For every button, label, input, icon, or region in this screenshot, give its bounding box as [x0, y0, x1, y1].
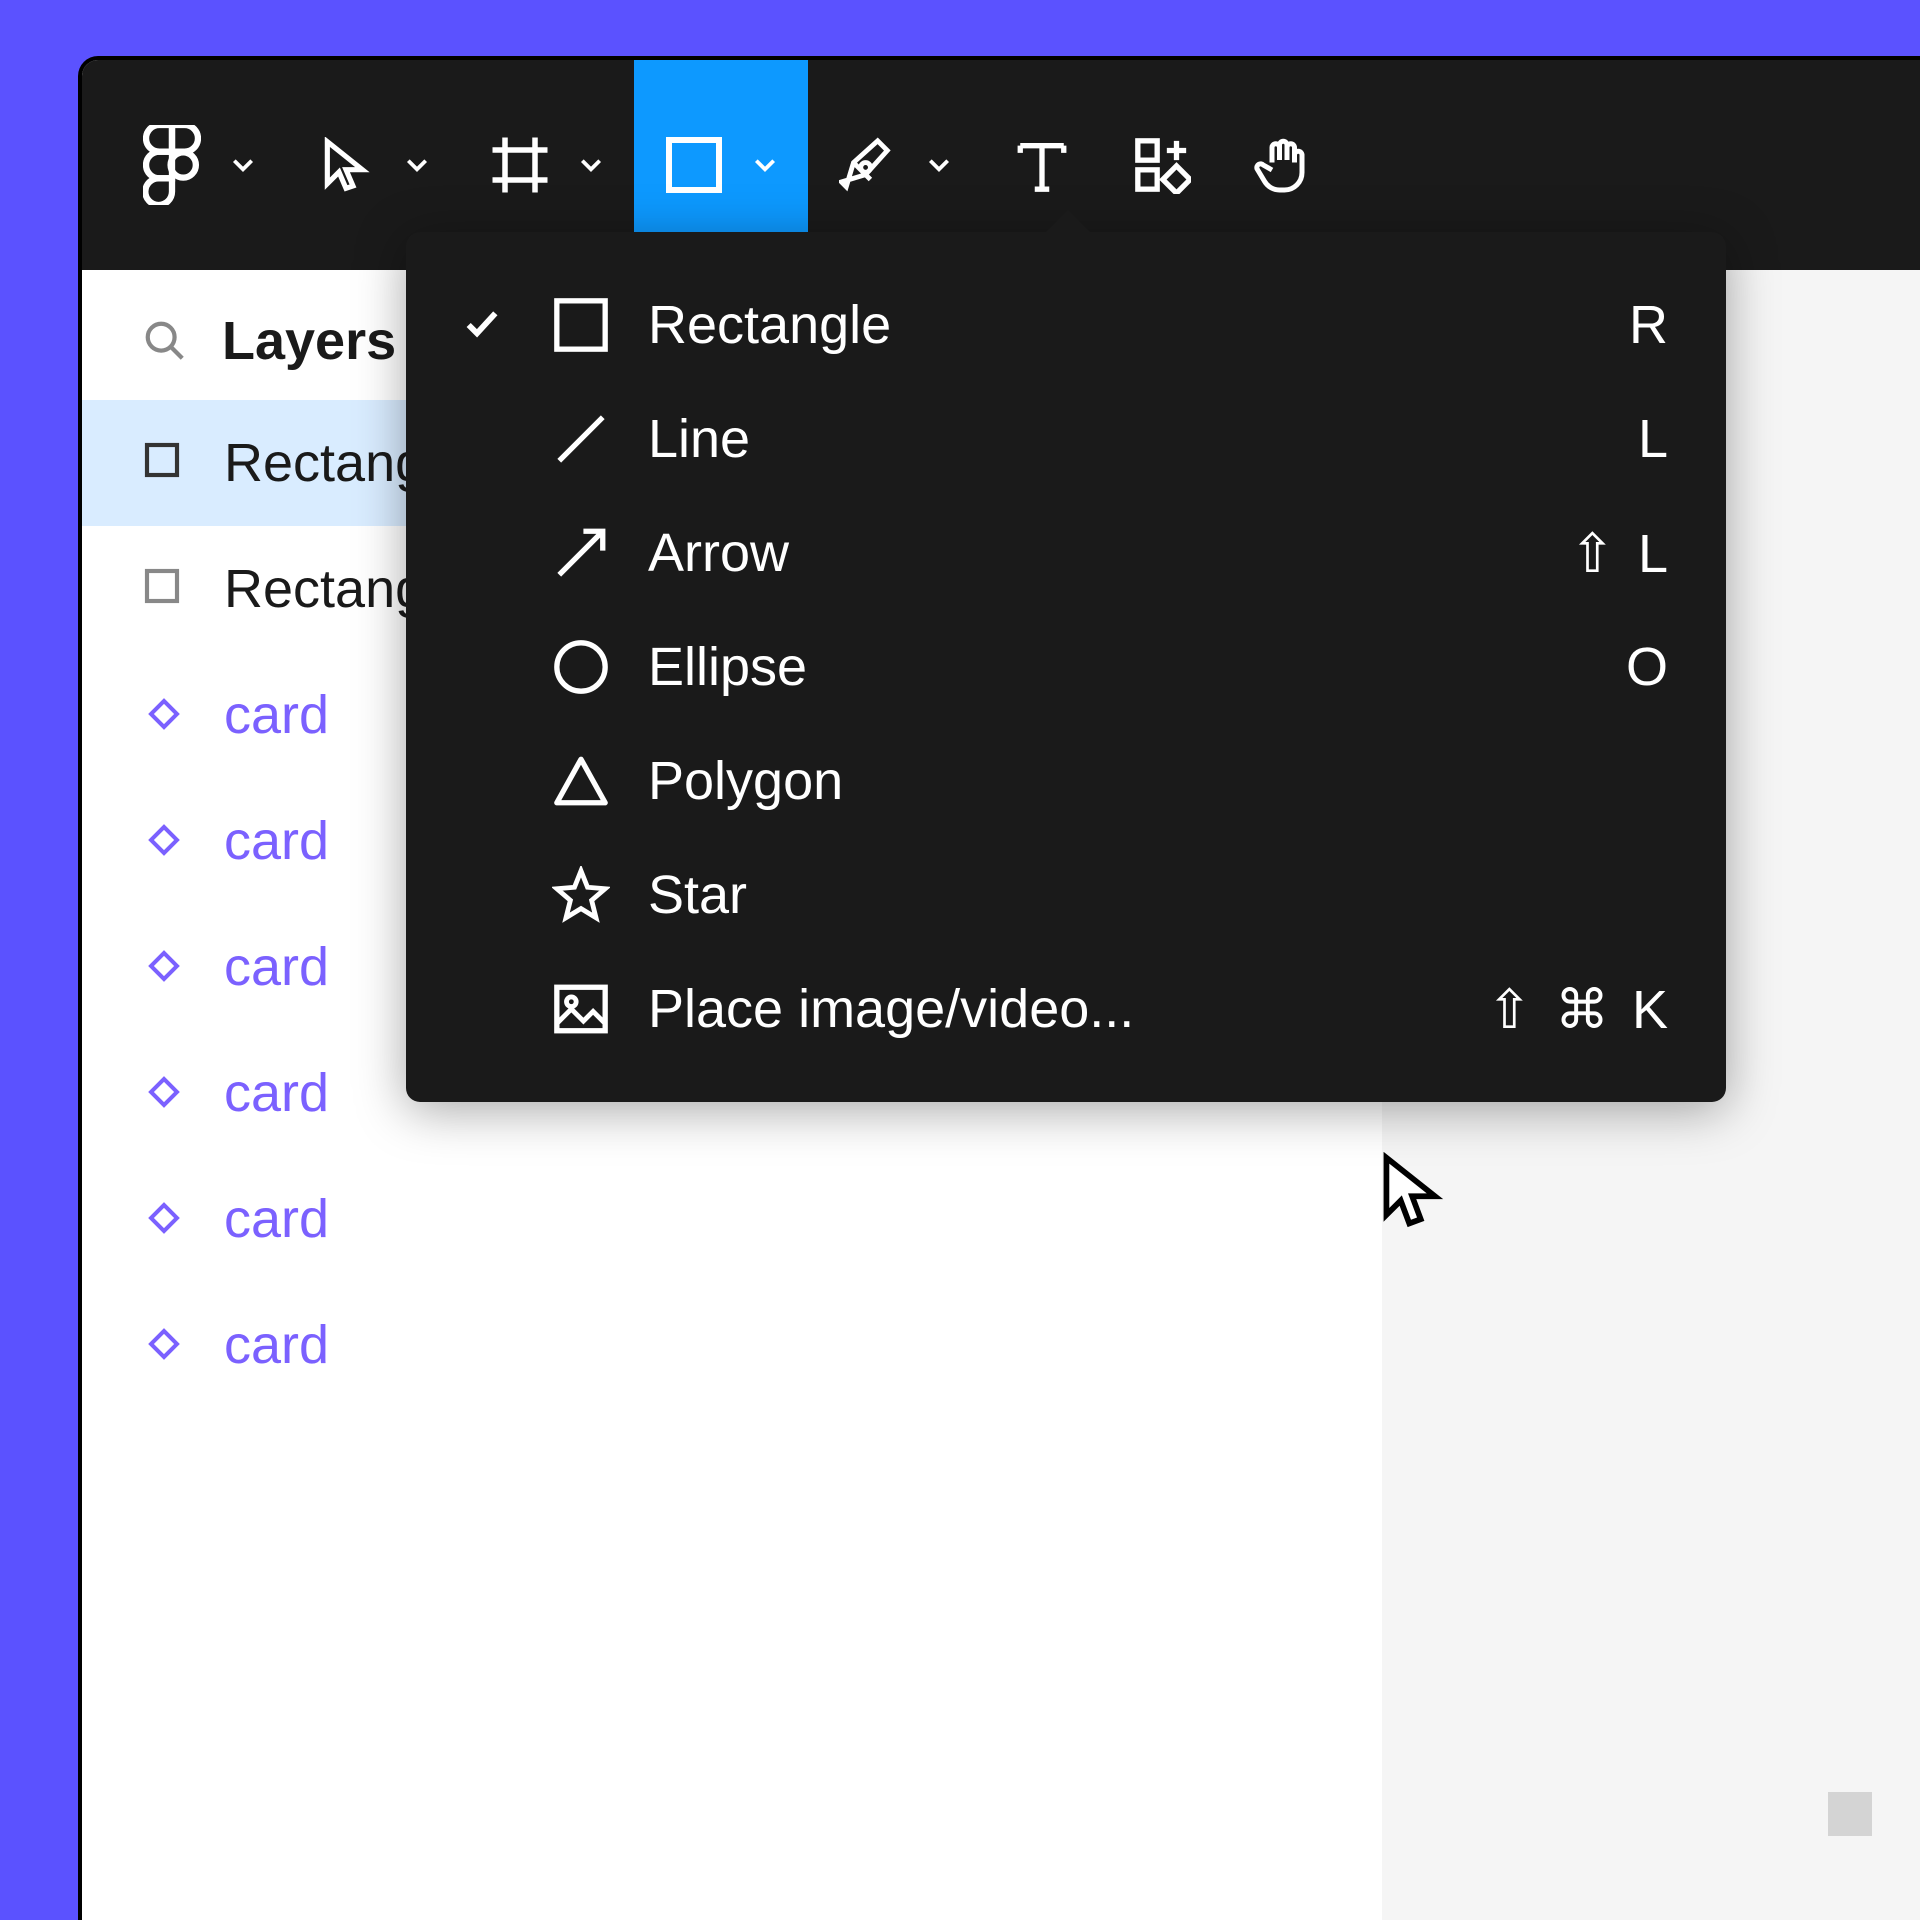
dropdown-item-label: Line: [648, 408, 1606, 470]
mouse-cursor-icon: [1380, 1152, 1450, 1237]
component-layer-icon: [142, 1322, 188, 1368]
resources-icon: [1132, 135, 1192, 195]
layer-row[interactable]: card: [82, 1156, 1382, 1282]
layers-panel-title: Layers: [222, 310, 396, 372]
component-layer-icon: [142, 1070, 188, 1116]
chevron-down-icon: [404, 152, 430, 178]
dropdown-item-place-image[interactable]: Place image/video... ⇧ ⌘ K: [406, 952, 1726, 1066]
chevron-down-icon: [578, 152, 604, 178]
arrow-icon: [546, 518, 616, 588]
layer-label: card: [224, 936, 329, 998]
canvas-rectangle[interactable]: [1828, 1792, 1872, 1836]
component-layer-icon: [142, 944, 188, 990]
chevron-down-icon: [230, 152, 256, 178]
polygon-icon: [546, 746, 616, 816]
rectangle-layer-icon: [142, 440, 188, 486]
text-icon: [1012, 135, 1072, 195]
ellipse-icon: [546, 632, 616, 702]
component-layer-icon: [142, 692, 188, 738]
layer-label: card: [224, 1062, 329, 1124]
dropdown-item-label: Ellipse: [648, 636, 1594, 698]
line-icon: [546, 404, 616, 474]
main-menu-button[interactable]: [112, 60, 286, 270]
dropdown-item-label: Polygon: [648, 750, 1640, 812]
check-icon: [450, 305, 514, 345]
shape-tool-dropdown: Rectangle R Line L Arrow ⇧ L Ellipse O P…: [406, 232, 1726, 1102]
dropdown-item-shortcut: O: [1626, 636, 1672, 698]
rectangle-icon: [546, 290, 616, 360]
dropdown-item-polygon[interactable]: Polygon: [406, 724, 1726, 838]
dropdown-item-shortcut: R: [1629, 294, 1672, 356]
dropdown-item-shortcut: ⇧ ⌘ K: [1487, 978, 1672, 1041]
hand-icon: [1252, 135, 1312, 195]
dropdown-item-star[interactable]: Star: [406, 838, 1726, 952]
component-layer-icon: [142, 818, 188, 864]
cursor-icon: [316, 135, 376, 195]
chevron-down-icon: [926, 152, 952, 178]
layer-row[interactable]: card: [82, 1282, 1382, 1408]
star-icon: [546, 860, 616, 930]
dropdown-item-rectangle[interactable]: Rectangle R: [406, 268, 1726, 382]
layer-label: card: [224, 1314, 329, 1376]
chevron-down-icon: [752, 152, 778, 178]
search-icon: [142, 318, 188, 364]
dropdown-item-arrow[interactable]: Arrow ⇧ L: [406, 496, 1726, 610]
dropdown-item-label: Arrow: [648, 522, 1538, 584]
dropdown-item-shortcut: ⇧ L: [1570, 522, 1672, 585]
layer-label: card: [224, 1188, 329, 1250]
pen-icon: [838, 135, 898, 195]
component-layer-icon: [142, 1196, 188, 1242]
image-icon: [546, 974, 616, 1044]
frame-icon: [490, 135, 550, 195]
dropdown-item-label: Place image/video...: [648, 978, 1455, 1040]
layer-label: card: [224, 684, 329, 746]
dropdown-item-ellipse[interactable]: Ellipse O: [406, 610, 1726, 724]
dropdown-item-shortcut: L: [1638, 408, 1672, 470]
layer-label: card: [224, 810, 329, 872]
dropdown-item-label: Rectangle: [648, 294, 1597, 356]
rectangle-icon: [664, 135, 724, 195]
dropdown-item-line[interactable]: Line L: [406, 382, 1726, 496]
rectangle-layer-icon: [142, 566, 188, 612]
dropdown-item-label: Star: [648, 864, 1640, 926]
figma-logo-icon: [142, 135, 202, 195]
